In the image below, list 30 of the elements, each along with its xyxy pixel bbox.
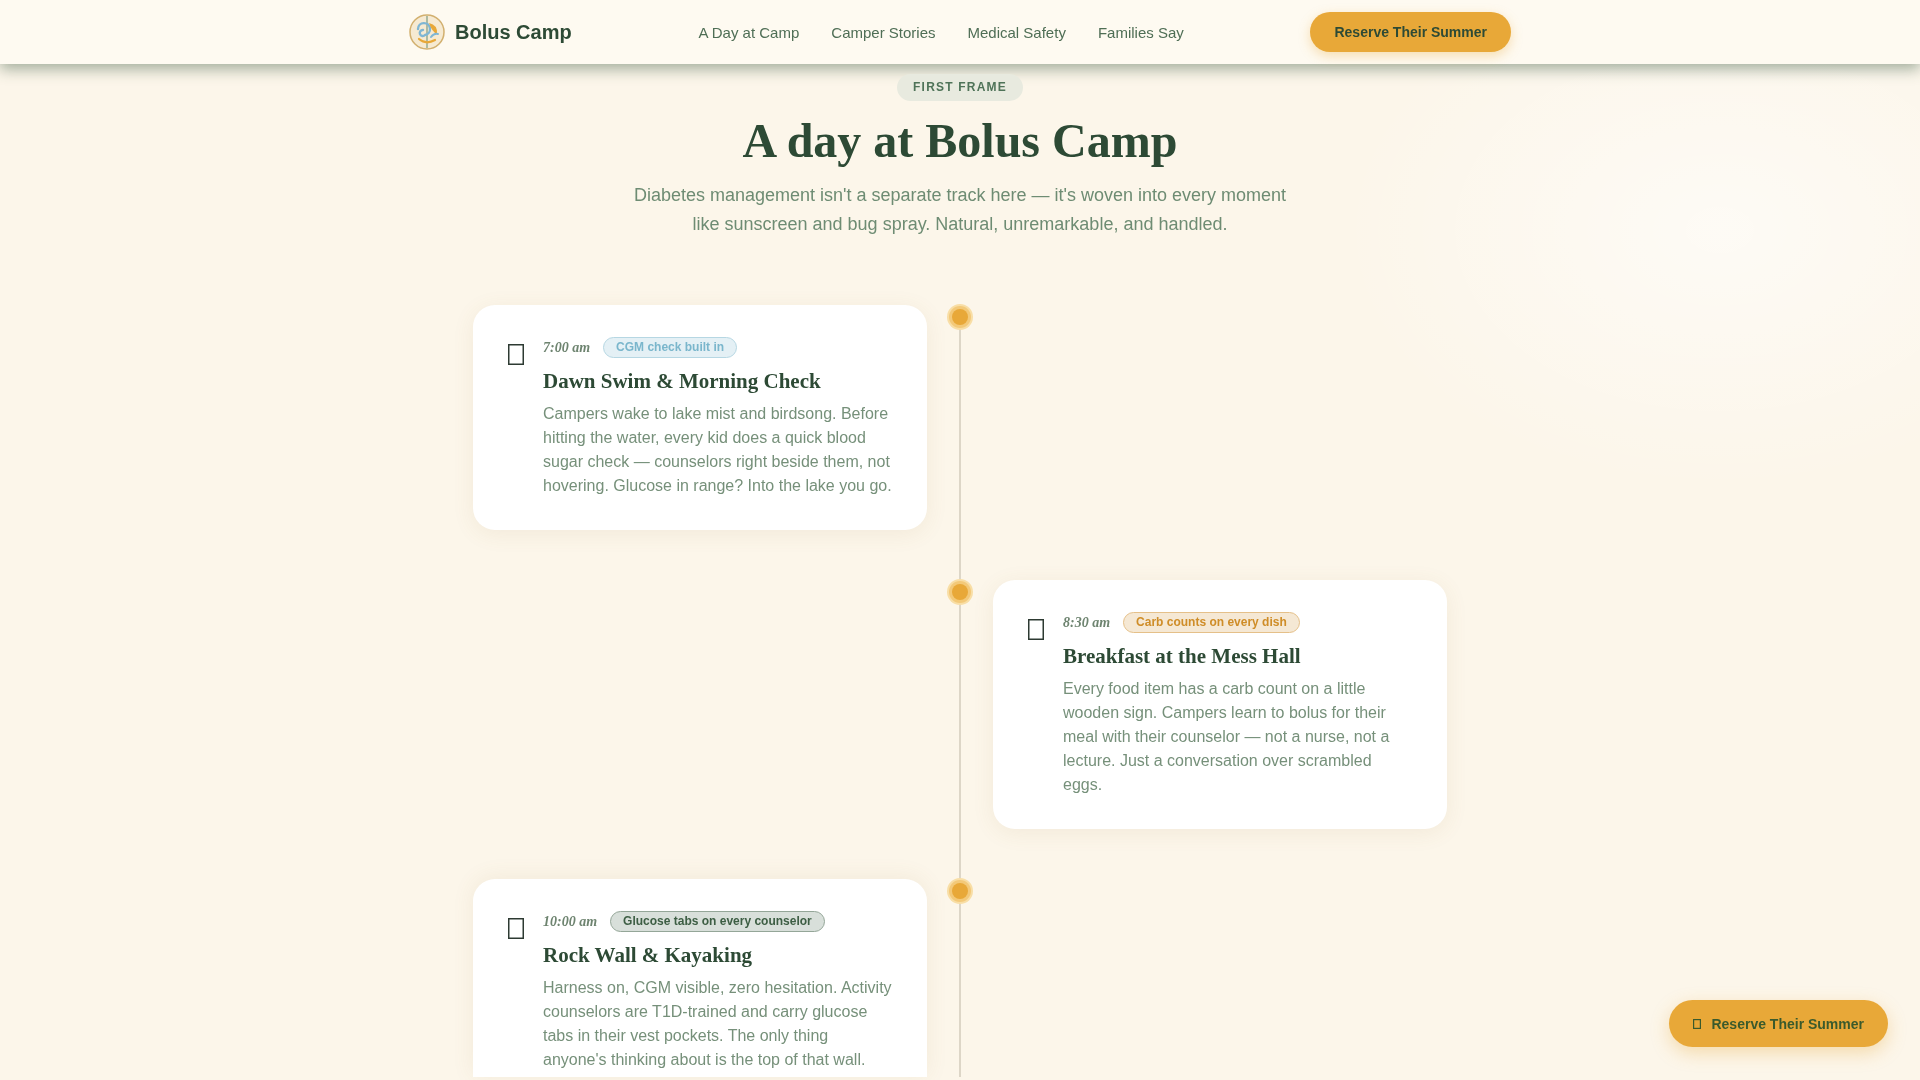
- event-tag: CGM check built in: [603, 337, 738, 358]
- timeline-dot-icon: [947, 579, 973, 605]
- empty-square-icon: [508, 918, 524, 939]
- empty-square-icon: [1028, 619, 1044, 640]
- event-tag: Carb counts on every dish: [1123, 612, 1300, 633]
- event-title: Dawn Swim & Morning Check: [543, 368, 822, 395]
- event-description: Harness on, CGM visible, zero hesitation. Activity counselors are T1D-trained and carry glucose tabs in their vest pockets. The only thing anyone's thinking about is the top of that wall.: [543, 978, 893, 1070]
- nav-link[interactable]: Camper Stories: [831, 23, 936, 41]
- event-tag: Glucose tabs on every counselor: [610, 911, 825, 932]
- event-time: 7:00 am: [543, 339, 591, 356]
- nav-link[interactable]: A Day at Camp: [698, 23, 800, 41]
- intro-text: Diabetes management isn't a separate track here — it's woven into every moment like sunscreen and bug spray. Natural, unremarkable, and handled.: [632, 184, 1288, 236]
- event-title: Rock Wall & Kayaking: [543, 942, 754, 969]
- brand-link[interactable]: Bolus Camp: [409, 14, 572, 50]
- timeline-dot-icon: [947, 304, 973, 330]
- reserve-button[interactable]: Reserve Their Summer: [1310, 12, 1511, 52]
- event-description: Every food item has a carb count on a little wooden sign. Campers learn to bolus for their meal with their counselor — not a nurse, not a lecture. Just a conversation over scrambled eggs.: [1063, 679, 1391, 795]
- event-title: Breakfast at the Mess Hall: [1063, 643, 1302, 670]
- empty-square-icon: [1693, 1018, 1702, 1029]
- nav-link[interactable]: Medical Safety: [967, 23, 1066, 41]
- empty-square-icon: [508, 344, 524, 365]
- round-emblem-icon: [409, 14, 445, 50]
- floating-reserve-button[interactable]: Reserve Their Summer: [1669, 1000, 1888, 1047]
- eyebrow-label: FIRST FRAME: [897, 74, 1023, 101]
- event-time: 8:30 am: [1063, 614, 1111, 631]
- timeline-dot-icon: [947, 878, 973, 904]
- page-title: A day at Bolus Camp: [742, 113, 1178, 169]
- event-time: 10:00 am: [543, 913, 598, 930]
- nav-link[interactable]: Families Say: [1097, 23, 1184, 41]
- event-description: Campers wake to lake mist and birdsong. Before hitting the water, every kid does a quick blood sugar check — counselors right beside them, not hovering. Glucose in range? Into the lake you go.: [543, 404, 893, 496]
